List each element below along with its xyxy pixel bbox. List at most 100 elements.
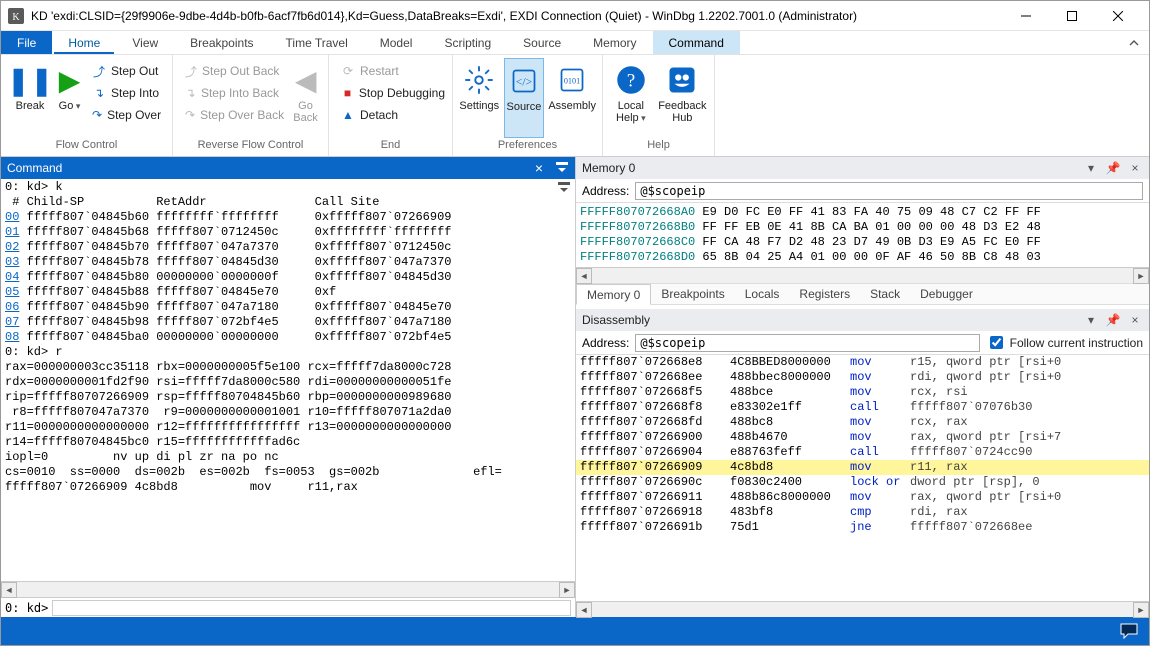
right-column: Memory 0 ▾ 📌 × Address: FFFFF807072668A0… <box>576 157 1149 617</box>
command-dropdown-icon[interactable] <box>555 161 569 175</box>
command-panel-title[interactable]: Command × <box>1 157 575 179</box>
settings-icon <box>464 60 494 100</box>
stack-frame-link[interactable]: 00 <box>5 210 19 224</box>
da-operands: rax, qword ptr [rsi+7 <box>910 430 1145 445</box>
memory-tab[interactable]: Memory 0 <box>576 284 651 305</box>
maximize-button[interactable] <box>1049 1 1095 31</box>
da-bytes: 488bc8 <box>730 415 850 430</box>
stack-frame-link[interactable]: 04 <box>5 270 19 284</box>
svg-text:?: ? <box>627 70 635 91</box>
memory-close-icon[interactable]: × <box>1127 161 1143 175</box>
stack-frame-link[interactable]: 05 <box>5 285 19 299</box>
disassembly-line: fffff807`072668ee488bbec8000000movrdi, q… <box>576 370 1149 385</box>
command-output-line: fffff807`07266909 4c8bd8 mov r11,rax <box>5 480 571 495</box>
command-input[interactable] <box>52 600 571 616</box>
feedback-hub-button[interactable]: Feedback Hub <box>657 58 708 138</box>
group-help: ? Local Help Feedback Hub Help <box>603 55 715 156</box>
follow-instruction-checkbox[interactable] <box>990 336 1003 349</box>
memory-tab[interactable]: Stack <box>860 284 910 304</box>
close-button[interactable] <box>1095 1 1141 31</box>
da-scroll-left-button[interactable]: ◄ <box>576 602 592 618</box>
command-output[interactable]: 0: kd> k # Child-SP RetAddr Call Site00 … <box>1 179 575 581</box>
disassembly-hscroll[interactable]: ◄ ► <box>576 601 1149 617</box>
memory-pin-icon[interactable]: 📌 <box>1105 161 1121 175</box>
mem-scroll-right-button[interactable]: ► <box>1133 268 1149 284</box>
settings-button[interactable]: Settings <box>459 58 500 138</box>
feedback-icon[interactable] <box>1119 622 1139 640</box>
command-overflow-icon[interactable] <box>557 181 571 195</box>
menu-scripting[interactable]: Scripting <box>428 31 507 54</box>
scroll-right-button[interactable]: ► <box>559 582 575 598</box>
group-label-end: End <box>335 139 446 155</box>
source-pref-button[interactable]: </> Source <box>504 58 545 138</box>
memory-table[interactable]: FFFFF807072668A0 E9 D0 FC E0 FF 41 83 FA… <box>576 203 1149 267</box>
step-into-back-icon: ↴ <box>185 86 196 100</box>
step-out-back-button[interactable]: ⤴Step Out Back <box>179 60 285 82</box>
da-address: fffff807`07266900 <box>580 430 730 445</box>
stack-frame-link[interactable]: 03 <box>5 255 19 269</box>
go-button[interactable]: ▶ Go <box>57 58 82 138</box>
step-into-back-button[interactable]: ↴Step Into Back <box>179 82 285 104</box>
memory-dropdown-icon[interactable]: ▾ <box>1083 161 1099 175</box>
minimize-button[interactable] <box>1003 1 1049 31</box>
stack-frame-link[interactable]: 01 <box>5 225 19 239</box>
menu-file[interactable]: File <box>1 31 52 54</box>
memory-tab[interactable]: Debugger <box>910 284 983 304</box>
memory-bytes-cell: FF CA 48 F7 D2 48 23 D7 49 0B D3 E9 A5 F… <box>695 235 1041 249</box>
da-mnemonic: jne <box>850 520 910 535</box>
disassembly-pin-icon[interactable]: 📌 <box>1105 313 1121 327</box>
menu-home[interactable]: Home <box>52 31 116 54</box>
step-over-button[interactable]: ↷Step Over <box>86 104 166 126</box>
menu-breakpoints[interactable]: Breakpoints <box>174 31 269 54</box>
stack-frame-link[interactable]: 07 <box>5 315 19 329</box>
scroll-left-button[interactable]: ◄ <box>1 582 17 598</box>
menu-source[interactable]: Source <box>507 31 577 54</box>
stack-frame-link[interactable]: 06 <box>5 300 19 314</box>
menu-time-travel[interactable]: Time Travel <box>270 31 364 54</box>
menu-model[interactable]: Model <box>364 31 429 54</box>
memory-tabs: Memory 0BreakpointsLocalsRegistersStackD… <box>576 283 1149 305</box>
menu-view[interactable]: View <box>116 31 174 54</box>
da-address: fffff807`0726690c <box>580 475 730 490</box>
da-scroll-right-button[interactable]: ► <box>1133 602 1149 618</box>
memory-tab[interactable]: Breakpoints <box>651 284 734 304</box>
disassembly-line: fffff807`072668e84C8BBED8000000movr15, q… <box>576 355 1149 370</box>
break-button[interactable]: ❚❚ Break <box>7 58 53 138</box>
memory-tab[interactable]: Locals <box>735 284 790 304</box>
step-over-back-button[interactable]: ↷Step Over Back <box>179 104 285 126</box>
stop-debugging-button[interactable]: ■Stop Debugging <box>335 82 451 104</box>
go-back-button[interactable]: ▶ Go Back <box>289 58 322 138</box>
disassembly-close-icon[interactable]: × <box>1127 313 1143 327</box>
command-output-line: 01 fffff807`04845b68 fffff807`0712450c 0… <box>5 225 571 240</box>
mem-scroll-left-button[interactable]: ◄ <box>576 268 592 284</box>
stack-frame-link[interactable]: 08 <box>5 330 19 344</box>
disassembly-dropdown-icon[interactable]: ▾ <box>1083 313 1099 327</box>
follow-instruction-option[interactable]: Follow current instruction <box>986 333 1143 352</box>
restart-button[interactable]: ⟳Restart <box>335 60 451 82</box>
memory-tab[interactable]: Registers <box>789 284 860 304</box>
stack-frame-link[interactable]: 02 <box>5 240 19 254</box>
step-out-button[interactable]: ⤴Step Out <box>86 60 166 82</box>
command-hscroll[interactable]: ◄ ► <box>1 581 575 597</box>
memory-address-input[interactable] <box>635 182 1143 200</box>
memory-panel-title[interactable]: Memory 0 ▾ 📌 × <box>576 157 1149 179</box>
disassembly-address-input[interactable] <box>635 334 979 352</box>
disassembly-line: fffff807`07266918483bf8cmprdi, rax <box>576 505 1149 520</box>
local-help-button[interactable]: ? Local Help <box>609 58 653 138</box>
menu-command[interactable]: Command <box>653 31 740 54</box>
collapse-ribbon-button[interactable] <box>1119 31 1149 54</box>
menu-memory[interactable]: Memory <box>577 31 652 54</box>
command-output-line: 00 fffff807`04845b60 ffffffff`ffffffff 0… <box>5 210 571 225</box>
assembly-pref-button[interactable]: 0101 Assembly <box>548 58 596 138</box>
command-prompt: 0: kd> <box>5 601 48 615</box>
step-into-button[interactable]: ↴Step Into <box>86 82 166 104</box>
da-address: fffff807`072668f5 <box>580 385 730 400</box>
play-icon: ▶ <box>59 60 81 100</box>
detach-button[interactable]: ▲Detach <box>335 104 451 126</box>
memory-hscroll[interactable]: ◄ ► <box>576 267 1149 283</box>
disassembly-panel-title[interactable]: Disassembly ▾ 📌 × <box>576 309 1149 331</box>
command-close-icon[interactable]: × <box>531 160 547 176</box>
da-mnemonic: mov <box>850 490 910 505</box>
disassembly-body[interactable]: fffff807`072668e84C8BBED8000000movr15, q… <box>576 355 1149 601</box>
command-output-line: r14=fffff80704845bc0 r15=ffffffffffffad6… <box>5 435 571 450</box>
